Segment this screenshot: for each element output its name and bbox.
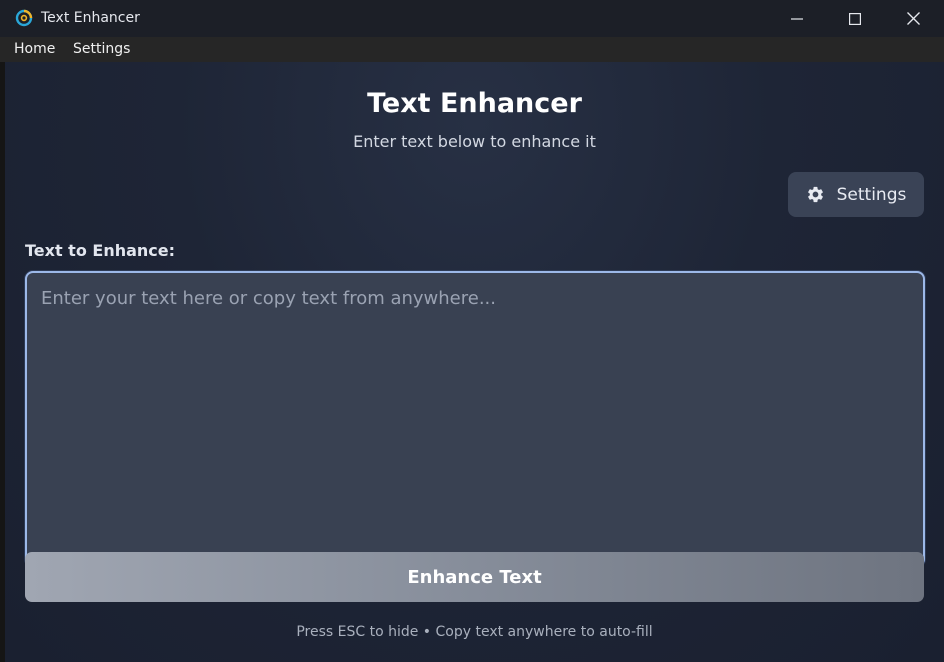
menu-item-home[interactable]: Home (14, 41, 55, 57)
text-to-enhance-input[interactable] (25, 271, 925, 567)
close-button[interactable] (883, 0, 943, 37)
title-bar[interactable]: Text Enhancer (0, 0, 944, 37)
maximize-icon (849, 12, 861, 25)
maximize-button[interactable] (825, 0, 885, 37)
window-title: Text Enhancer (41, 10, 140, 26)
app-window: Text Enhancer Home Settings Text Enhance… (0, 0, 944, 662)
enhance-text-button[interactable]: Enhance Text (25, 552, 924, 602)
settings-button[interactable]: Settings (788, 172, 924, 217)
main-content: Text Enhancer Enter text below to enhanc… (5, 62, 944, 662)
app-logo-icon (15, 9, 33, 27)
settings-button-label: Settings (836, 184, 907, 205)
menu-bar: Home Settings (0, 37, 944, 62)
minimize-button[interactable] (767, 0, 827, 37)
menu-item-settings[interactable]: Settings (73, 41, 130, 57)
text-to-enhance-label: Text to Enhance: (25, 241, 176, 260)
close-icon (906, 12, 920, 25)
page-title: Text Enhancer (367, 88, 582, 119)
minimize-icon (791, 17, 803, 20)
page-subtitle: Enter text below to enhance it (353, 132, 596, 151)
gear-icon (807, 186, 823, 203)
footer-hint: Press ESC to hide • Copy text anywhere t… (296, 624, 653, 640)
